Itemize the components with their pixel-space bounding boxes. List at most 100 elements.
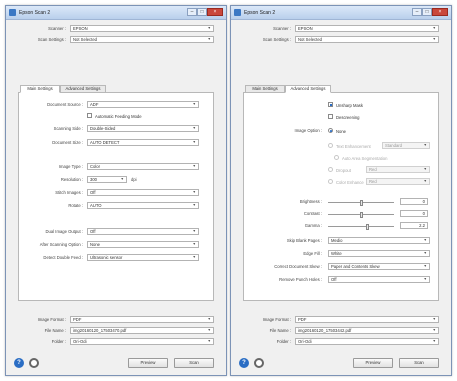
gamma-label: Gamma : xyxy=(304,223,322,228)
edge-fill-dropdown[interactable]: White ▼ xyxy=(328,249,430,257)
brightness-slider[interactable] xyxy=(328,199,394,206)
title-bar: Epson Scan 2 – □ × xyxy=(231,6,451,20)
gear-icon[interactable] xyxy=(254,358,264,368)
image-type-dropdown[interactable]: Color ▼ xyxy=(87,162,199,170)
file-name-dropdown[interactable]: img20160120_17503442.pdf ▼ xyxy=(295,326,439,334)
folder-value: Ori-Odi xyxy=(73,338,87,344)
resolution-value: 300 xyxy=(90,176,97,182)
advanced-settings-panel: Unsharp Mask Descreening Image Option : … xyxy=(243,93,439,301)
color-enhance-dropdown[interactable]: Red ▼ xyxy=(366,178,430,185)
gamma-slider[interactable] xyxy=(328,223,394,230)
chevron-down-icon: ▼ xyxy=(192,125,196,130)
chevron-down-icon: ▼ xyxy=(207,36,211,41)
window-title: Epson Scan 2 xyxy=(244,9,276,16)
resolution-dropdown[interactable]: 300 ▼ xyxy=(87,175,127,183)
stitch-images-label: Stitch Images : xyxy=(55,190,83,195)
preview-button[interactable]: Preview xyxy=(128,358,168,368)
resolution-label: Resolution : xyxy=(60,177,83,182)
chevron-down-icon: ▼ xyxy=(192,101,196,106)
help-icon[interactable]: ? xyxy=(14,358,24,368)
help-icon[interactable]: ? xyxy=(239,358,249,368)
tab-advanced-settings[interactable]: Advanced Settings xyxy=(285,85,331,93)
document-size-dropdown[interactable]: AUTO DETECT ▼ xyxy=(87,138,199,146)
chevron-down-icon: ▼ xyxy=(192,163,196,168)
scan-button[interactable]: Scan xyxy=(399,358,439,368)
image-option-none-radio[interactable] xyxy=(328,128,333,133)
scanning-side-label: Scanning Side : xyxy=(53,126,83,131)
skip-blank-pages-label: Skip Blank Pages : xyxy=(286,238,322,243)
tab-main-settings[interactable]: Main Settings xyxy=(20,85,60,93)
document-size-value: AUTO DETECT xyxy=(90,139,120,145)
image-format-dropdown[interactable]: PDF ▼ xyxy=(295,315,439,323)
folder-dropdown[interactable]: Ori-Odi ▼ xyxy=(295,337,439,345)
document-source-value: ADF xyxy=(90,101,99,107)
maximize-button[interactable]: □ xyxy=(197,8,207,16)
chevron-down-icon: ▼ xyxy=(192,189,196,194)
color-enhance-radio[interactable] xyxy=(328,179,333,184)
minimize-button[interactable]: – xyxy=(187,8,197,16)
gear-icon[interactable] xyxy=(29,358,39,368)
file-name-label: File Name : xyxy=(269,328,291,333)
close-button[interactable]: × xyxy=(432,8,448,16)
scan-settings-value: Not Selected xyxy=(298,36,322,42)
image-type-value: Color xyxy=(90,163,101,169)
remove-punch-holes-dropdown[interactable]: Off ▼ xyxy=(328,275,430,283)
chevron-down-icon: ▼ xyxy=(423,276,427,281)
scan-window-advanced-settings: Epson Scan 2 – □ × Scanner : EPSON ▼ Scan… xyxy=(230,5,452,376)
image-format-label: Image Format : xyxy=(262,317,291,322)
correct-document-skew-dropdown[interactable]: Paper and Contents Skew ▼ xyxy=(328,262,430,270)
document-source-dropdown[interactable]: ADF ▼ xyxy=(87,100,199,108)
auto-area-segmentation-label: Auto Area Segmentation xyxy=(342,155,388,161)
tab-main-settings[interactable]: Main Settings xyxy=(245,85,285,93)
detect-double-feed-dropdown[interactable]: Ultrasonic sensor ▼ xyxy=(87,253,199,261)
tab-advanced-settings[interactable]: Advanced Settings xyxy=(60,85,106,93)
scanner-label: Scanner : xyxy=(273,26,291,31)
gamma-value[interactable]: 2.2 xyxy=(400,221,428,229)
brightness-slider-thumb[interactable] xyxy=(359,199,363,206)
scan-settings-label: Scan Settings : xyxy=(262,37,291,42)
text-enhancement-dropdown[interactable]: Standard ▼ xyxy=(382,142,430,149)
title-bar: Epson Scan 2 – □ × xyxy=(6,6,226,20)
image-option-label: Image Option : xyxy=(294,128,322,133)
gamma-slider-thumb[interactable] xyxy=(366,223,370,230)
dropout-dropdown[interactable]: Red ▼ xyxy=(366,166,430,173)
dual-image-output-dropdown[interactable]: Off ▼ xyxy=(87,227,199,235)
auto-area-segmentation-checkbox[interactable] xyxy=(334,155,339,160)
scanner-dropdown[interactable]: EPSON ▼ xyxy=(70,24,214,32)
after-scanning-dropdown[interactable]: None ▼ xyxy=(87,240,199,248)
contrast-slider-thumb[interactable] xyxy=(359,211,363,218)
scan-settings-dropdown[interactable]: Not Selected ▼ xyxy=(295,35,439,43)
maximize-button[interactable]: □ xyxy=(422,8,432,16)
file-name-label: File Name : xyxy=(44,328,66,333)
scanner-dropdown[interactable]: EPSON ▼ xyxy=(295,24,439,32)
chevron-down-icon: ▼ xyxy=(423,250,427,255)
skip-blank-pages-dropdown[interactable]: Medio ▼ xyxy=(328,236,430,244)
chevron-down-icon: ▼ xyxy=(120,176,124,181)
minimize-button[interactable]: – xyxy=(412,8,422,16)
scan-button[interactable]: Scan xyxy=(174,358,214,368)
scanning-side-dropdown[interactable]: Double-Sided ▼ xyxy=(87,124,199,132)
folder-dropdown[interactable]: Ori-Odi ▼ xyxy=(70,337,214,345)
scanner-label: Scanner : xyxy=(48,26,66,31)
image-format-dropdown[interactable]: PDF ▼ xyxy=(70,315,214,323)
epson-scan-app-icon xyxy=(9,9,16,16)
preview-button[interactable]: Preview xyxy=(353,358,393,368)
brightness-value[interactable]: 0 xyxy=(400,197,428,205)
file-name-dropdown[interactable]: img20160120_17503470.pdf ▼ xyxy=(70,326,214,334)
unsharp-mask-label: Unsharp Mask xyxy=(336,102,363,108)
image-option-none-label: None xyxy=(336,128,347,134)
contrast-value[interactable]: 0 xyxy=(400,209,428,217)
close-button[interactable]: × xyxy=(207,8,223,16)
color-enhance-value: Red xyxy=(369,179,377,184)
chevron-down-icon: ▼ xyxy=(192,228,196,233)
scan-settings-dropdown[interactable]: Not Selected ▼ xyxy=(70,35,214,43)
stitch-images-dropdown[interactable]: Off ▼ xyxy=(87,188,199,196)
text-enhancement-radio[interactable] xyxy=(328,143,333,148)
rotate-dropdown[interactable]: AUTO ▼ xyxy=(87,201,199,209)
dropout-radio[interactable] xyxy=(328,167,333,172)
descreening-checkbox[interactable] xyxy=(328,114,333,119)
automatic-feeding-checkbox[interactable] xyxy=(87,113,92,118)
folder-label: Folder : xyxy=(51,339,66,344)
unsharp-mask-checkbox[interactable] xyxy=(328,102,333,107)
contrast-slider[interactable] xyxy=(328,211,394,218)
